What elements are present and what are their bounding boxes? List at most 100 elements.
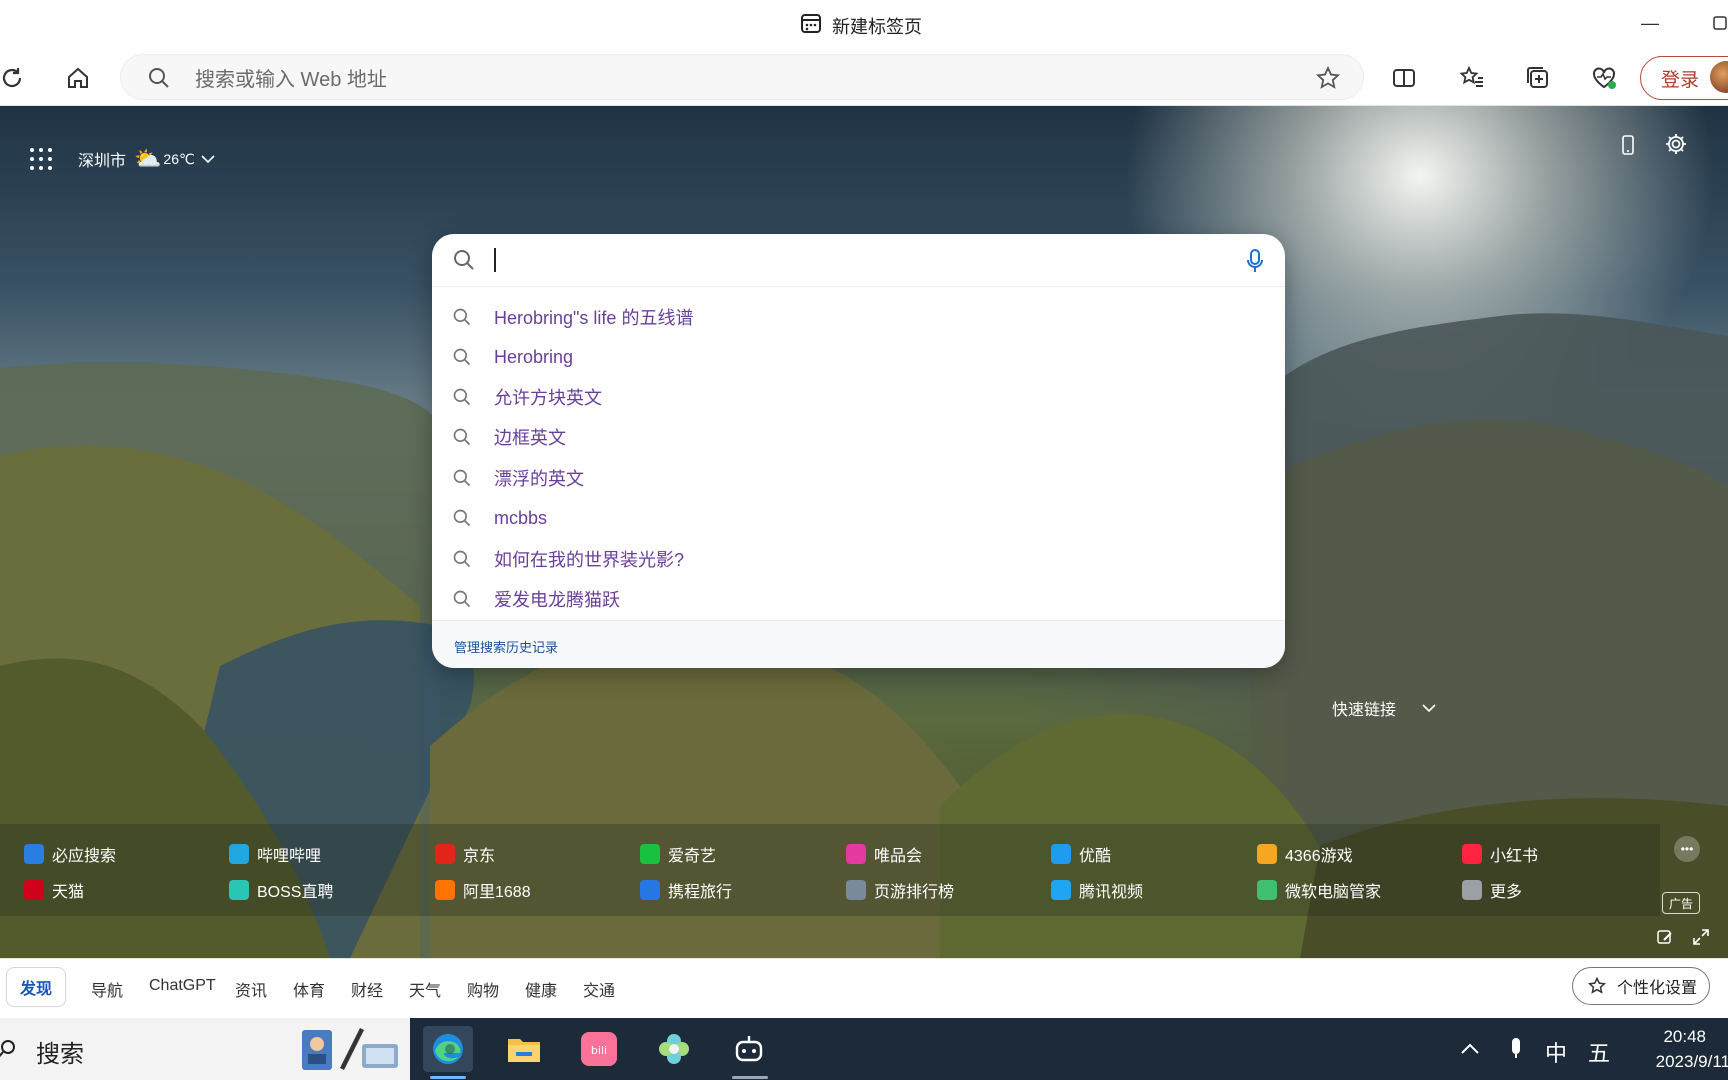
tab-sports[interactable]: 体育 bbox=[293, 977, 325, 1001]
quick-link[interactable]: 阿里1688 bbox=[435, 878, 531, 902]
suggestion-text: 边框英文 bbox=[494, 428, 566, 448]
microphone-tray-icon[interactable] bbox=[1508, 1036, 1524, 1066]
suggestion-item[interactable]: 允许方块英文 bbox=[432, 379, 1285, 415]
refresh-button[interactable] bbox=[0, 60, 30, 96]
quick-link-label: 更多 bbox=[1490, 884, 1523, 901]
microphone-icon[interactable] bbox=[1245, 248, 1265, 274]
tab-news[interactable]: 资讯 bbox=[235, 977, 267, 1001]
quick-link-label: 携程旅行 bbox=[668, 884, 733, 901]
quick-links-toggle[interactable]: 快速链接 bbox=[1332, 696, 1436, 720]
tab-navigation[interactable]: 导航 bbox=[91, 977, 123, 1001]
quick-link[interactable]: 更多 bbox=[1462, 878, 1522, 902]
tab-chatgpt[interactable]: ChatGPT bbox=[149, 977, 216, 995]
expand-button[interactable] bbox=[1692, 928, 1710, 951]
phone-icon bbox=[1622, 135, 1634, 155]
quick-link[interactable]: 腾讯视频 bbox=[1051, 878, 1143, 902]
search-icon bbox=[453, 550, 471, 568]
ime-mode[interactable]: 五 bbox=[1588, 1036, 1610, 1068]
suggestion-item[interactable]: 如何在我的世界装光影? bbox=[432, 541, 1285, 577]
search-icon bbox=[453, 308, 471, 326]
quick-link[interactable]: 爱奇艺 bbox=[640, 842, 716, 866]
taskbar-file-explorer[interactable] bbox=[499, 1026, 549, 1072]
quick-link[interactable]: 微软电脑管家 bbox=[1257, 878, 1381, 902]
favorites-button[interactable] bbox=[1454, 60, 1490, 96]
suggestion-item[interactable]: Herobring"s life 的五线谱 bbox=[432, 299, 1285, 335]
taskbar-search[interactable]: 搜索 bbox=[0, 1018, 410, 1080]
quick-link[interactable]: 页游排行榜 bbox=[846, 878, 954, 902]
home-button[interactable] bbox=[60, 60, 96, 96]
edit-background-button[interactable] bbox=[1656, 928, 1674, 951]
quick-links-more-button[interactable]: ••• bbox=[1674, 836, 1700, 862]
split-screen-button[interactable] bbox=[1386, 60, 1422, 96]
quick-link[interactable]: 优酷 bbox=[1051, 842, 1111, 866]
search-icon bbox=[0, 1040, 15, 1058]
minimize-button[interactable]: — bbox=[1630, 8, 1670, 38]
phone-button[interactable] bbox=[1618, 134, 1638, 161]
quick-link[interactable]: 哔哩哔哩 bbox=[229, 842, 321, 866]
flower-app-icon bbox=[659, 1034, 689, 1064]
address-bar[interactable]: 搜索或输入 Web 地址 bbox=[120, 54, 1364, 100]
game-4366-icon bbox=[1257, 844, 1277, 864]
suggestion-item[interactable]: mcbbs bbox=[432, 500, 1285, 536]
quick-link-label: 京东 bbox=[463, 848, 496, 865]
quick-link[interactable]: 必应搜索 bbox=[24, 842, 116, 866]
quick-link[interactable]: 携程旅行 bbox=[640, 878, 732, 902]
quick-link[interactable]: 京东 bbox=[435, 842, 495, 866]
browser-essentials-button[interactable] bbox=[1586, 60, 1622, 96]
search-dropdown: Herobring"s life 的五线谱 Herobring 允许方块英文 边… bbox=[432, 234, 1285, 668]
weather-bar: 深圳市 ⛅ 26℃ bbox=[30, 146, 215, 172]
jd-icon bbox=[435, 844, 455, 864]
tab-traffic[interactable]: 交通 bbox=[583, 977, 615, 1001]
suggestion-item[interactable]: 边框英文 bbox=[432, 419, 1285, 455]
favorite-star-icon[interactable] bbox=[1315, 65, 1341, 91]
quick-link-label: 爱奇艺 bbox=[668, 848, 717, 865]
taskbar-clock[interactable]: 20:48 2023/9/11 bbox=[1620, 1024, 1728, 1074]
search-icon bbox=[453, 469, 471, 487]
taskbar-edge[interactable] bbox=[423, 1026, 473, 1072]
pc-manager-icon bbox=[1257, 880, 1277, 900]
suggestion-text: Herobring"s life 的五线谱 bbox=[494, 308, 694, 328]
quick-link[interactable]: 天猫 bbox=[24, 878, 84, 902]
search-icon bbox=[453, 590, 471, 608]
star-settings-icon bbox=[1587, 976, 1607, 994]
weather-temp[interactable]: 26℃ bbox=[163, 151, 194, 168]
taskbar-flower-app[interactable] bbox=[649, 1026, 699, 1072]
active-tab[interactable]: 新建标签页 bbox=[800, 12, 922, 39]
personalize-button[interactable]: 个性化设置 bbox=[1572, 967, 1710, 1005]
quick-link[interactable]: 小红书 bbox=[1462, 842, 1538, 866]
ime-language[interactable]: 中 bbox=[1545, 1036, 1567, 1068]
suggestion-text: 爱发电龙腾猫跃 bbox=[494, 590, 620, 610]
boss-icon bbox=[229, 880, 249, 900]
suggestion-text: 允许方块英文 bbox=[494, 388, 602, 408]
quick-link[interactable]: 唯品会 bbox=[846, 842, 922, 866]
manage-history-link[interactable]: 管理搜索历史记录 bbox=[454, 637, 558, 656]
clock-time: 20:48 bbox=[1663, 1027, 1706, 1046]
quick-link[interactable]: BOSS直聘 bbox=[229, 878, 333, 902]
weather-city[interactable]: 深圳市 bbox=[78, 147, 126, 171]
search-input[interactable] bbox=[432, 234, 1285, 287]
tray-chevron-up-icon[interactable] bbox=[1460, 1036, 1480, 1062]
suggestion-item[interactable]: 爱发电龙腾猫跃 bbox=[432, 581, 1285, 617]
collections-button[interactable] bbox=[1520, 60, 1556, 96]
taskbar-robot-app[interactable] bbox=[724, 1026, 774, 1072]
chevron-down-icon[interactable] bbox=[201, 154, 215, 164]
suggestion-text: 漂浮的英文 bbox=[494, 469, 584, 489]
bing-icon bbox=[24, 844, 44, 864]
maximize-button[interactable] bbox=[1700, 8, 1728, 38]
taskbar-bilibili[interactable]: bili bbox=[574, 1026, 624, 1072]
tab-finance[interactable]: 财经 bbox=[351, 977, 383, 1001]
suggestion-item[interactable]: 漂浮的英文 bbox=[432, 460, 1285, 496]
tab-weather[interactable]: 天气 bbox=[409, 977, 441, 1001]
tab-shopping[interactable]: 购物 bbox=[467, 977, 499, 1001]
page-settings-button[interactable] bbox=[1664, 132, 1688, 161]
tab-health[interactable]: 健康 bbox=[525, 977, 557, 1001]
youku-icon bbox=[1051, 844, 1071, 864]
apps-grid-icon[interactable] bbox=[30, 148, 52, 170]
ctrip-icon bbox=[640, 880, 660, 900]
windows-taskbar: 搜索 bili 中 五 20:48 2023/9/11 bbox=[0, 1018, 1728, 1080]
quick-link[interactable]: 4366游戏 bbox=[1257, 842, 1353, 866]
suggestion-item[interactable]: Herobring bbox=[432, 339, 1285, 375]
chevron-down-icon bbox=[1422, 704, 1436, 713]
tmall-icon bbox=[24, 880, 44, 900]
tab-discover[interactable]: 发现 bbox=[6, 967, 66, 1007]
